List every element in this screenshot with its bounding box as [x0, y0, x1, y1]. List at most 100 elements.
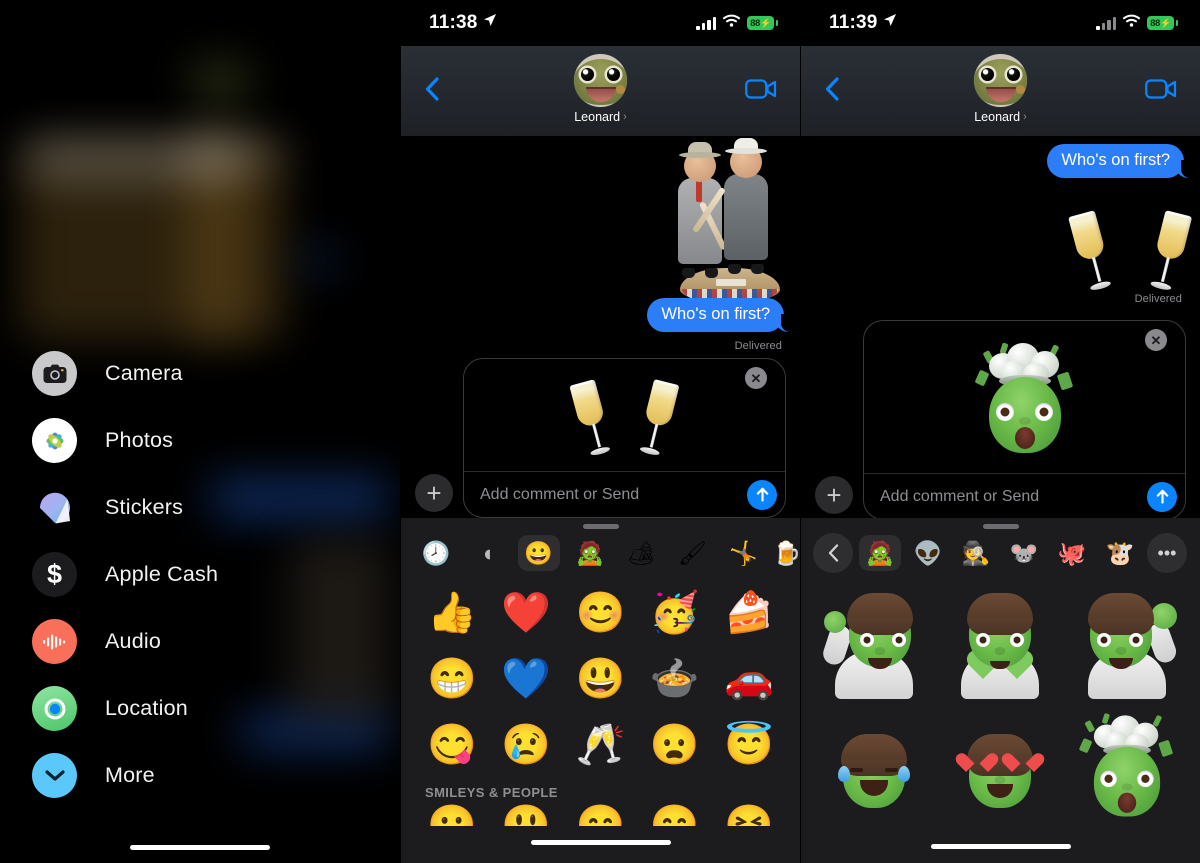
message-bubble[interactable]: Who's on first?: [647, 298, 790, 332]
memoji-heart-eyes[interactable]: [937, 709, 1063, 821]
category-memoji-detective[interactable]: 🕵: [955, 535, 997, 571]
message-thread: Who's on first? Delivered: [801, 136, 1200, 322]
comment-input[interactable]: Add comment or Send: [480, 486, 739, 504]
send-arrow-icon[interactable]: [747, 479, 777, 510]
emoji-next-row: 😀 😃 😄 😁 😆: [401, 800, 800, 826]
memoji-sticker-grid: [801, 577, 1200, 821]
category-stickers-recent[interactable]: ◖: [466, 535, 508, 571]
ellipsis-icon[interactable]: •••: [1147, 533, 1187, 573]
emoji-item[interactable]: 😀: [415, 806, 489, 826]
audio-waveform-icon: [32, 619, 77, 664]
tray-back-button[interactable]: [813, 533, 853, 573]
memoji-exploding-head[interactable]: [1064, 709, 1190, 821]
status-time-group: 11:38: [429, 12, 497, 34]
bobblehead-sticker[interactable]: [672, 138, 792, 302]
drawer-item-stickers[interactable]: Stickers: [0, 474, 400, 541]
emoji-item[interactable]: 😃: [489, 806, 563, 826]
category-pack-more[interactable]: 🍺: [774, 535, 800, 571]
category-pack-gymnast[interactable]: 🤸: [723, 535, 765, 571]
contact-name: Leonard: [574, 110, 621, 124]
drawer-item-more[interactable]: More: [0, 742, 400, 809]
compose-box: ✕ Add comment or Send: [863, 320, 1186, 520]
category-memoji-zombie[interactable]: 🧟: [569, 535, 611, 571]
contact-header[interactable]: Leonard ›: [401, 54, 800, 124]
panel-memoji-stickers: 11:39 88 ⚡ Leonard › Who's on first? Del…: [800, 0, 1200, 863]
emoji-item[interactable]: 🥂: [563, 719, 637, 771]
category-emoji[interactable]: 😀: [517, 535, 560, 571]
home-indicator[interactable]: [130, 845, 270, 850]
drawer-item-audio[interactable]: Audio: [0, 608, 400, 675]
cellular-signal-icon: [1096, 16, 1116, 30]
compose-input-bar: Add comment or Send: [464, 471, 785, 517]
message-bubble[interactable]: Who's on first?: [1047, 144, 1190, 178]
conversation-navbar: Leonard ›: [401, 46, 800, 136]
video-camera-icon[interactable]: [744, 76, 778, 102]
drawer-item-label: Location: [105, 696, 188, 720]
compose-box: ✕ Add comment or Send: [463, 358, 786, 518]
emoji-item[interactable]: 🥳: [638, 587, 712, 639]
emoji-item[interactable]: 😆: [712, 806, 786, 826]
status-time: 11:38: [429, 12, 478, 33]
sent-message-row: Who's on first?: [801, 144, 1200, 178]
emoji-item[interactable]: 💙: [489, 653, 563, 705]
staged-sticker-stage: ✕: [464, 359, 785, 471]
emoji-item[interactable]: 🍰: [712, 587, 786, 639]
clinking-glasses-emoji[interactable]: [568, 372, 680, 458]
panel-emoji-keyboard: 11:38 88 ⚡ Leonard › Who's on first? Del…: [400, 0, 800, 863]
category-memoji-alien-punk[interactable]: 👽: [907, 535, 949, 571]
emoji-item[interactable]: 😇: [712, 719, 786, 771]
emoji-tray: 🕗 ◖ 😀 🧟 🏕 🖌 🤸 🍺 👍 ❤️ 😊 🥳 🍰 😁 💙 😃 🍲 🚗 😋 😢…: [401, 518, 800, 863]
drawer-item-apple-cash[interactable]: $ Apple Cash: [0, 541, 400, 608]
memoji-exploding-head[interactable]: [971, 341, 1079, 453]
category-memoji-zombie[interactable]: 🧟: [859, 535, 901, 571]
comment-input[interactable]: Add comment or Send: [880, 488, 1139, 506]
category-animoji-cow[interactable]: 🐮: [1099, 535, 1141, 571]
emoji-item[interactable]: 😁: [638, 806, 712, 826]
status-time-group: 11:39: [829, 12, 897, 34]
emoji-item[interactable]: 🚗: [712, 653, 786, 705]
drawer-item-label: Apple Cash: [105, 562, 219, 586]
camera-icon: [32, 351, 77, 396]
contact-header[interactable]: Leonard ›: [801, 54, 1200, 124]
wifi-icon: [1123, 14, 1140, 32]
emoji-item[interactable]: 😋: [415, 719, 489, 771]
video-camera-icon[interactable]: [1144, 76, 1178, 102]
emoji-item[interactable]: 😁: [415, 653, 489, 705]
memoji-heart-hands[interactable]: [937, 591, 1063, 703]
close-icon[interactable]: ✕: [745, 367, 767, 389]
memoji-waving[interactable]: [1064, 591, 1190, 703]
category-recents[interactable]: 🕗: [415, 535, 457, 571]
drawer-item-location[interactable]: Location: [0, 675, 400, 742]
emoji-section-title: SMILEYS & PEOPLE: [425, 785, 558, 800]
drawer-item-label: More: [105, 763, 155, 787]
category-animoji-mouse[interactable]: 🐭: [1003, 535, 1045, 571]
category-pack-camping[interactable]: 🏕: [620, 535, 662, 571]
emoji-item[interactable]: 😦: [638, 719, 712, 771]
plus-icon[interactable]: +: [415, 474, 453, 512]
drawer-item-photos[interactable]: Photos: [0, 407, 400, 474]
memoji-laughing-tears[interactable]: [811, 709, 937, 821]
close-icon[interactable]: ✕: [1145, 329, 1167, 351]
sticker-compose-area: + ✕ Add comment or Send: [401, 358, 800, 518]
emoji-item[interactable]: 😃: [563, 653, 637, 705]
emoji-item[interactable]: ❤️: [489, 587, 563, 639]
app-drawer-list: Camera Photos Stickers $ Apple Cash Audi…: [0, 340, 400, 809]
emoji-item[interactable]: 😄: [563, 806, 637, 826]
battery-level: 88: [1150, 17, 1161, 29]
emoji-item[interactable]: 😊: [563, 587, 637, 639]
delivery-status: Delivered: [734, 340, 782, 352]
memoji-thumbs-up[interactable]: [811, 591, 937, 703]
home-indicator[interactable]: [930, 844, 1071, 849]
clinking-glasses-emoji[interactable]: [1068, 188, 1193, 292]
category-pack-paint[interactable]: 🖌: [671, 535, 713, 571]
plus-icon[interactable]: +: [815, 476, 853, 514]
category-animoji-octopus[interactable]: 🐙: [1051, 535, 1093, 571]
location-arrow-icon: [483, 11, 497, 33]
emoji-item[interactable]: 🍲: [638, 653, 712, 705]
home-indicator[interactable]: [530, 840, 671, 845]
drawer-item-camera[interactable]: Camera: [0, 340, 400, 407]
status-time: 11:39: [829, 12, 878, 33]
emoji-item[interactable]: 😢: [489, 719, 563, 771]
send-arrow-icon[interactable]: [1147, 481, 1177, 512]
emoji-item[interactable]: 👍: [415, 587, 489, 639]
